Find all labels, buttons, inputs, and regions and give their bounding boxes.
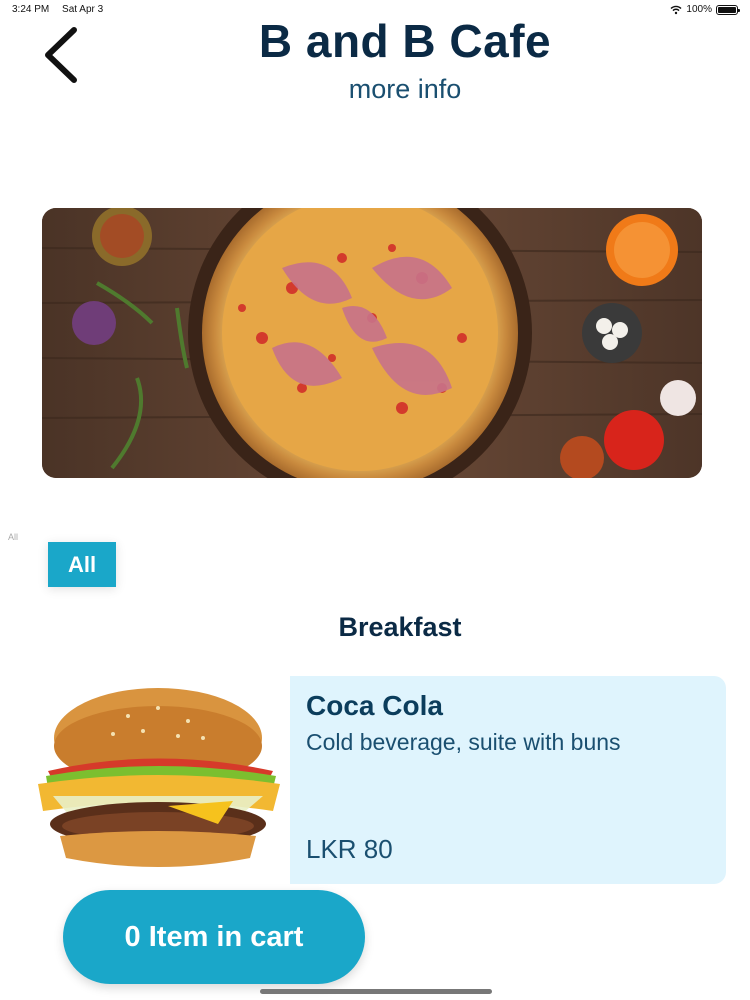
menu-item-info: Coca Cola Cold beverage, suite with buns… — [290, 676, 726, 884]
more-info-link[interactable]: more info — [0, 74, 750, 105]
wifi-icon — [670, 5, 682, 14]
home-indicator[interactable] — [260, 989, 492, 994]
category-title: Breakfast — [338, 612, 462, 642]
menu-item-price: LKR 80 — [306, 834, 393, 864]
menu-item-description: Cold beverage, suite with buns — [306, 729, 621, 755]
hidden-filter-label: All — [8, 532, 19, 542]
cart-button[interactable]: 0 Item in cart — [63, 890, 365, 984]
page-title: B and B Cafe — [258, 15, 552, 67]
menu-item-name: Coca Cola — [306, 690, 443, 721]
battery-icon — [716, 4, 740, 15]
filter-chip-all[interactable]: All — [48, 542, 116, 587]
burger-image — [38, 688, 280, 867]
hero-image — [42, 208, 702, 478]
menu-item-image — [18, 676, 290, 884]
pizza-image — [42, 208, 702, 478]
menu-item-card[interactable]: Coca Cola Cold beverage, suite with buns… — [18, 676, 726, 884]
